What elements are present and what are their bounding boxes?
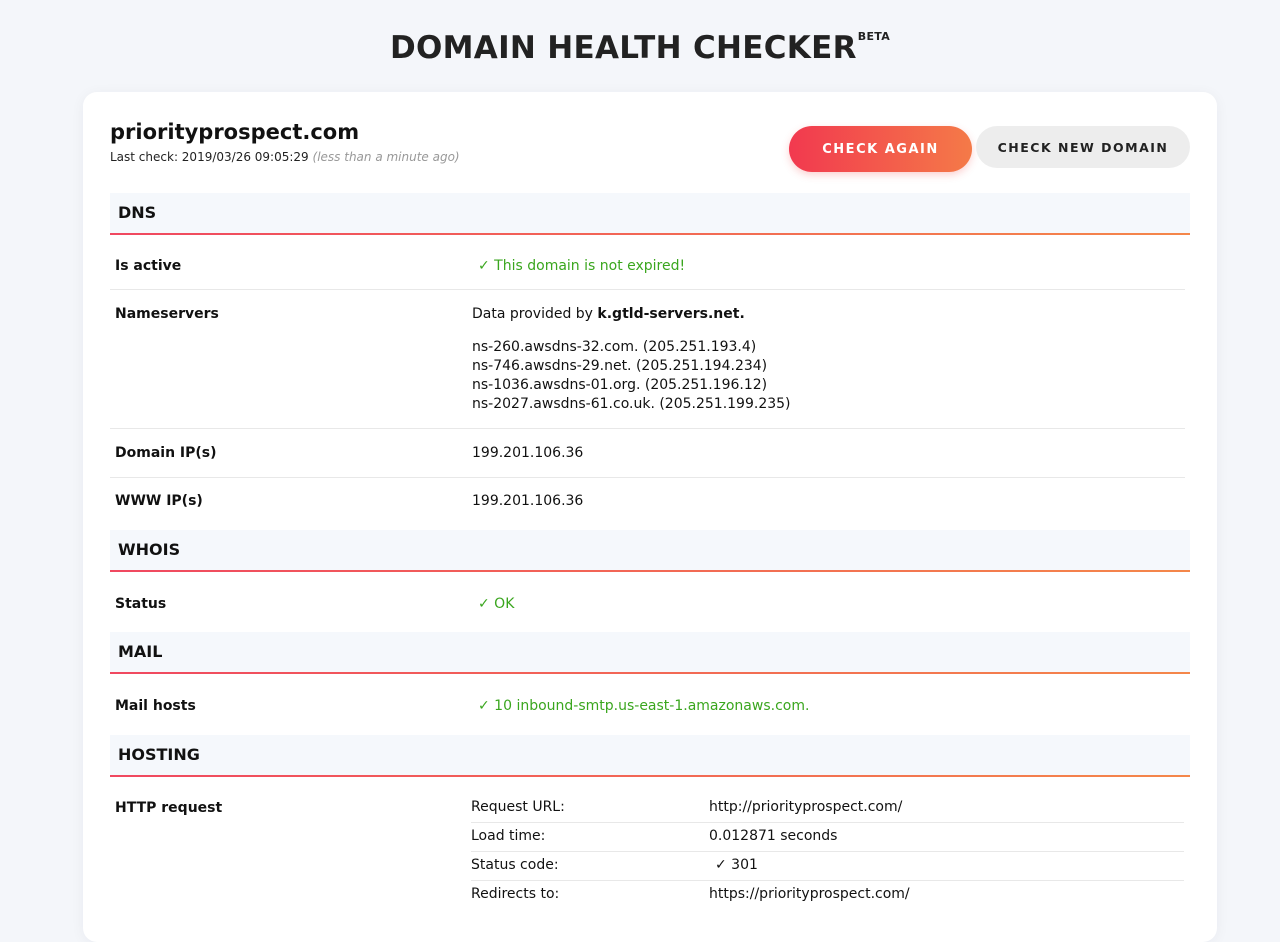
nameservers-label: Nameservers: [115, 306, 219, 322]
nameservers-provider: Data provided by k.gtld-servers.net.: [472, 306, 745, 322]
status-label: Status: [115, 596, 167, 612]
http-value: ✓ 301: [715, 857, 758, 873]
nameserver-item: ns-260.awsdns-32.com. (205.251.193.4): [472, 339, 757, 355]
row-mail-hosts: Mail hosts ✓ 10 inbound-smtp.us-east-1.a…: [110, 683, 1185, 731]
results-card: priorityprospect.com Last check: 2019/03…: [83, 92, 1217, 942]
section-mail: MAIL: [110, 632, 1190, 674]
domain-ips-label: Domain IP(s): [115, 445, 217, 461]
www-ips-value: 199.201.106.36: [472, 493, 584, 509]
section-hosting-title: HOSTING: [118, 745, 200, 764]
http-row-request-url: Request URL: http://priorityprospect.com…: [471, 793, 1184, 823]
status-value: ✓ OK: [478, 596, 515, 612]
nameservers-provider-prefix: Data provided by: [472, 306, 598, 322]
mail-hosts-value: ✓ 10 inbound-smtp.us-east-1.amazonaws.co…: [478, 698, 810, 714]
row-domain-ips: Domain IP(s) 199.201.106.36: [110, 429, 1185, 478]
is-active-value: ✓ This domain is not expired!: [478, 258, 686, 274]
beta-badge: BETA: [857, 30, 891, 43]
nameserver-item: ns-2027.awsdns-61.co.uk. (205.251.199.23…: [472, 396, 791, 412]
section-whois-title: WHOIS: [118, 540, 181, 559]
http-row-redirects-to: Redirects to: https://priorityprospect.c…: [471, 880, 1184, 909]
page-header: DOMAIN HEALTH CHECKERBETA: [0, 0, 1280, 92]
section-mail-title: MAIL: [118, 642, 163, 661]
row-is-active: Is active ✓ This domain is not expired!: [110, 243, 1185, 290]
http-key: Load time:: [471, 828, 546, 844]
http-request-label: HTTP request: [115, 800, 223, 816]
mail-hosts-label: Mail hosts: [115, 698, 196, 714]
nameserver-item: ns-746.awsdns-29.net. (205.251.194.234): [472, 358, 768, 374]
page-title: DOMAIN HEALTH CHECKERBETA: [0, 30, 1280, 66]
check-new-domain-button[interactable]: CHECK NEW DOMAIN: [976, 126, 1190, 168]
http-key: Request URL:: [471, 799, 565, 815]
section-dns-title: DNS: [118, 203, 157, 222]
is-active-label: Is active: [115, 258, 182, 274]
www-ips-label: WWW IP(s): [115, 493, 203, 509]
http-value: https://priorityprospect.com/: [709, 886, 910, 902]
last-check: Last check: 2019/03/26 09:05:29 (less th…: [110, 150, 460, 164]
section-hosting: HOSTING: [110, 735, 1190, 777]
nameservers-provider-host: k.gtld-servers.net.: [597, 306, 745, 322]
nameserver-item: ns-1036.awsdns-01.org. (205.251.196.12): [472, 377, 768, 393]
http-key: Status code:: [471, 857, 559, 873]
http-row-status-code: Status code: ✓ 301: [471, 851, 1184, 881]
http-value: http://priorityprospect.com/: [709, 799, 903, 815]
http-key: Redirects to:: [471, 886, 560, 902]
domain-ips-value: 199.201.106.36: [472, 445, 584, 461]
last-check-relative: (less than a minute ago): [312, 150, 460, 164]
nameservers-list: ns-260.awsdns-32.com. (205.251.193.4) ns…: [472, 338, 791, 414]
http-row-load-time: Load time: 0.012871 seconds: [471, 822, 1184, 852]
section-dns: DNS: [110, 193, 1190, 235]
http-value: 0.012871 seconds: [709, 828, 838, 844]
domain-name: priorityprospect.com: [110, 120, 360, 144]
check-again-button[interactable]: CHECK AGAIN: [789, 126, 972, 172]
section-whois: WHOIS: [110, 530, 1190, 572]
row-www-ips: WWW IP(s) 199.201.106.36: [110, 478, 1185, 526]
last-check-timestamp: Last check: 2019/03/26 09:05:29: [110, 150, 309, 164]
title-text: DOMAIN HEALTH CHECKER: [389, 30, 857, 66]
row-status: Status ✓ OK: [110, 581, 1185, 629]
row-nameservers: Nameservers Data provided by k.gtld-serv…: [110, 290, 1185, 429]
